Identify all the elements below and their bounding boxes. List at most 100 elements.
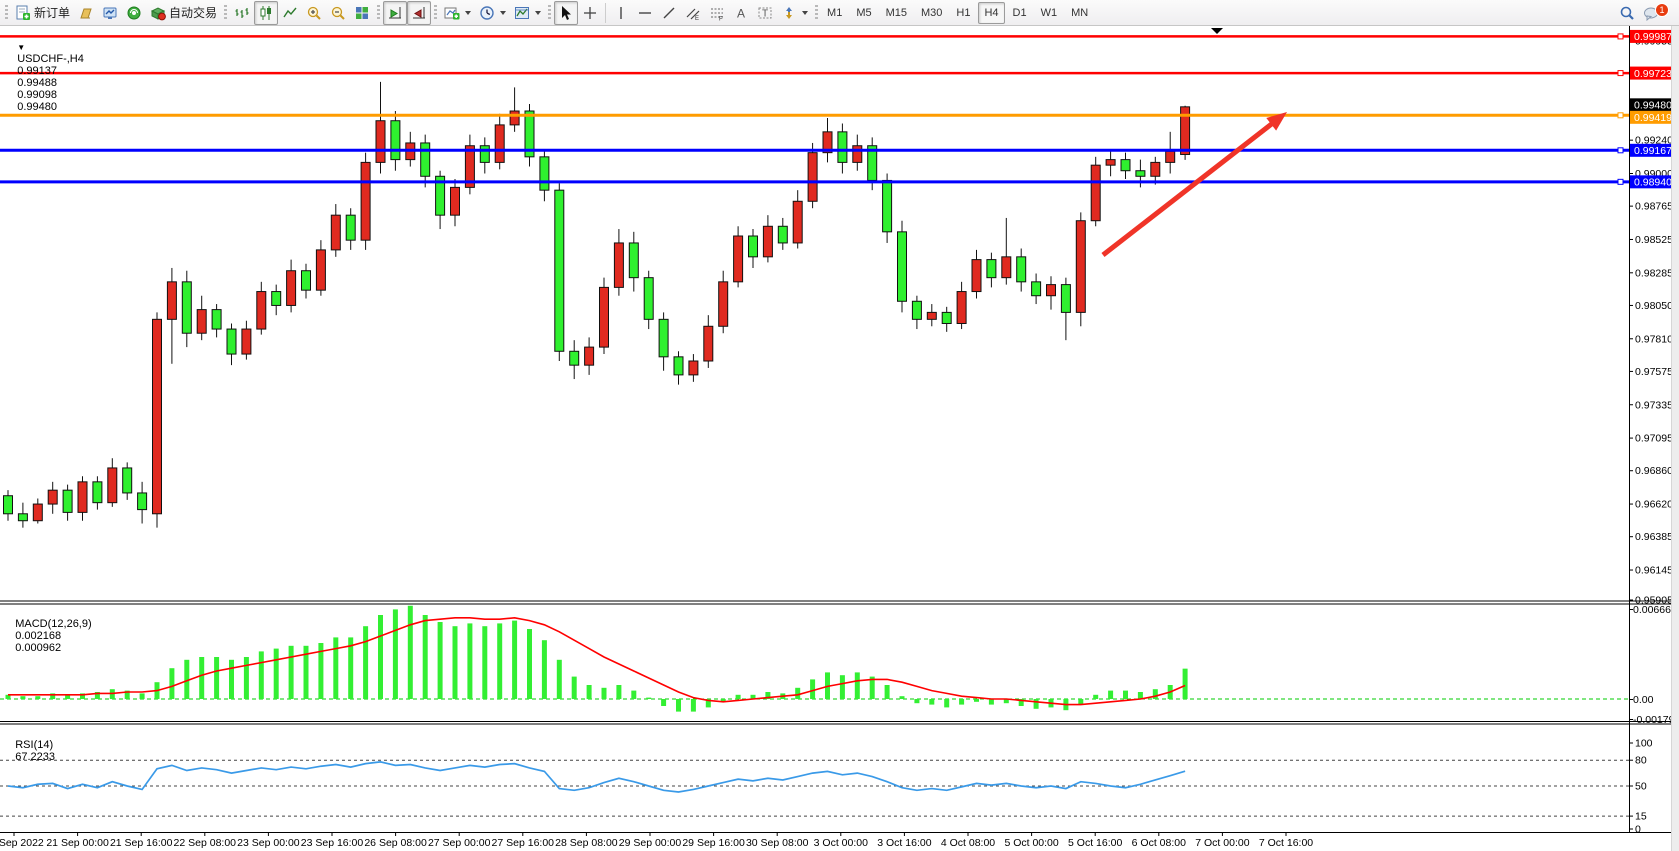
price-badge-label: 0.98940 [1634, 177, 1672, 189]
toolbar-grip[interactable] [377, 5, 380, 21]
line-chart-button[interactable] [278, 1, 302, 25]
high-value: 0.99488 [17, 77, 57, 89]
auto-trading-button[interactable]: 自动交易 [146, 1, 221, 25]
indicators-button[interactable] [440, 1, 475, 25]
trendline-tool-button[interactable] [657, 1, 681, 25]
fibonacci-tool-button[interactable]: F [705, 1, 729, 25]
rsi-indicator-label: RSI(14) 67.2233 [3, 727, 56, 775]
toolbar-grip[interactable] [434, 5, 437, 21]
chat-button[interactable]: 1 [1639, 1, 1665, 25]
search-button[interactable] [1615, 1, 1639, 25]
tile-windows-button[interactable] [350, 1, 374, 25]
notification-badge: 1 [1655, 3, 1669, 17]
candle [689, 361, 698, 375]
macd-histogram-bar [885, 685, 890, 699]
toolbar-grip[interactable] [548, 5, 551, 21]
candle [838, 132, 847, 163]
line-handle[interactable] [1618, 179, 1623, 184]
macd-scale-label: 0.00 [1633, 694, 1654, 706]
macd-histogram-bar [527, 629, 532, 699]
clock-icon [479, 5, 495, 21]
candle [346, 215, 355, 240]
chart-title: ▼ USDCHF-,H4 0.99137 0.99488 0.99098 0.9… [5, 29, 87, 125]
macd-histogram-bar [572, 677, 577, 699]
horizontal-line-tool-button[interactable] [633, 1, 657, 25]
line-handle[interactable] [1618, 113, 1623, 118]
zoom-in-button[interactable] [302, 1, 326, 25]
price-tick-label: 0.98765 [1635, 201, 1673, 213]
auto-trading-icon [150, 5, 166, 21]
crosshair-tool-button[interactable] [578, 1, 602, 25]
auto-scroll-button[interactable] [383, 1, 407, 25]
chart-shift-marker[interactable] [1211, 28, 1223, 34]
templates-button[interactable] [510, 1, 545, 25]
macd-histogram-bar [512, 621, 517, 699]
timeframe-M30[interactable]: M30 [915, 2, 948, 24]
timeframe-M15[interactable]: M15 [880, 2, 913, 24]
signals-icon [126, 5, 142, 21]
timeframe-M5[interactable]: M5 [850, 2, 877, 24]
time-label: 6 Oct 08:00 [1132, 837, 1186, 849]
macd-histogram-bar [795, 688, 800, 699]
chart-template-icon [514, 5, 530, 21]
chart-shift-button[interactable] [407, 1, 431, 25]
candle [927, 312, 936, 319]
candle [674, 357, 683, 375]
trendline-icon [661, 5, 677, 21]
arrows-tool-button[interactable] [777, 1, 812, 25]
candle [1032, 282, 1041, 296]
price-tick-label: 0.98525 [1635, 234, 1673, 246]
candlestick-chart-button[interactable] [254, 1, 278, 25]
profiles-button[interactable] [74, 1, 98, 25]
time-label: 7 Oct 16:00 [1259, 837, 1313, 849]
candle [242, 329, 251, 354]
time-label: 29 Sep 00:00 [619, 837, 682, 849]
candle [421, 143, 430, 176]
vertical-line-tool-button[interactable] [609, 1, 633, 25]
candle [227, 329, 236, 354]
signals-button[interactable] [122, 1, 146, 25]
candle [63, 490, 72, 512]
text-label-tool-button[interactable]: T [753, 1, 777, 25]
timeframe-W1[interactable]: W1 [1035, 2, 1064, 24]
toolbar-grip[interactable] [5, 5, 8, 21]
candle [898, 232, 907, 301]
timeframe-D1[interactable]: D1 [1007, 2, 1033, 24]
bar-chart-button[interactable] [230, 1, 254, 25]
timeframe-H1[interactable]: H1 [950, 2, 976, 24]
new-order-button[interactable]: 新订单 [11, 1, 74, 25]
svg-text:T: T [762, 8, 768, 19]
periods-button[interactable] [475, 1, 510, 25]
symbol-dropdown-icon[interactable]: ▼ [17, 43, 25, 52]
candle [138, 493, 147, 510]
macd-histogram-bar [214, 657, 219, 699]
zoom-out-icon [330, 5, 346, 21]
line-handle[interactable] [1618, 148, 1623, 153]
rsi-level-label: 15 [1635, 811, 1647, 823]
toolbar-grip[interactable] [224, 5, 227, 21]
price-badge-label: 0.99480 [1634, 100, 1672, 112]
right-scroll-strip[interactable] [1671, 26, 1679, 851]
candle [719, 282, 728, 326]
market-watch-button[interactable] [98, 1, 122, 25]
text-tool-button[interactable]: A [729, 1, 753, 25]
price-chart-canvas[interactable]: 0.999550.992400.990000.987650.985250.982… [0, 26, 1679, 851]
candle [167, 282, 176, 320]
fibonacci-icon: F [709, 5, 725, 21]
timeframe-H4[interactable]: H4 [978, 2, 1004, 24]
arrows-icon [781, 5, 797, 21]
channel-tool-button[interactable]: E [681, 1, 705, 25]
cursor-tool-button[interactable] [554, 1, 578, 25]
timeframe-MN[interactable]: MN [1065, 2, 1094, 24]
candle [18, 514, 27, 521]
zoom-out-button[interactable] [326, 1, 350, 25]
symbol-period-label: USDCHF-,H4 [17, 53, 84, 65]
macd-histogram-bar [602, 688, 607, 699]
indicators-icon [444, 5, 460, 21]
macd-histogram-bar [289, 646, 294, 699]
line-handle[interactable] [1618, 34, 1623, 39]
line-handle[interactable] [1618, 71, 1623, 76]
macd-histogram-bar [959, 699, 964, 705]
timeframe-M1[interactable]: M1 [821, 2, 848, 24]
toolbar-grip[interactable] [815, 5, 818, 21]
